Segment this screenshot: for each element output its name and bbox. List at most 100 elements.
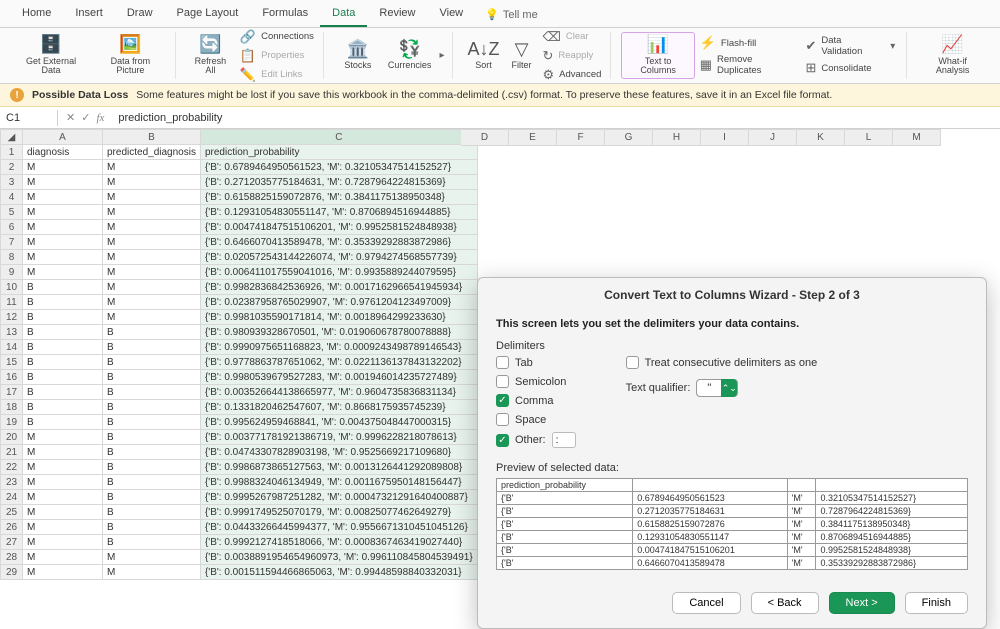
select-all-corner[interactable]: ◢ [1, 130, 23, 145]
row-header[interactable]: 1 [1, 145, 23, 160]
row-header[interactable]: 11 [1, 295, 23, 310]
column-header-M[interactable]: M [893, 129, 941, 146]
cell[interactable]: B [103, 445, 201, 460]
other-checkbox[interactable]: ✓Other: [496, 432, 576, 448]
cell[interactable]: {'B': 0.9990975651168823, 'M': 0.0009243… [200, 340, 477, 355]
other-delimiter-input[interactable] [552, 432, 576, 448]
cell[interactable]: M [23, 505, 103, 520]
cell[interactable]: M [103, 220, 201, 235]
stocks-button[interactable]: 🏛️Stocks [334, 38, 382, 74]
row-header[interactable]: 8 [1, 250, 23, 265]
row-header[interactable]: 3 [1, 175, 23, 190]
row-header[interactable]: 27 [1, 535, 23, 550]
column-header-G[interactable]: G [605, 129, 653, 146]
column-header-E[interactable]: E [509, 129, 557, 146]
cell[interactable]: M [23, 520, 103, 535]
datatypes-more-icon[interactable]: ▸ [437, 50, 446, 61]
column-header-D[interactable]: D [461, 129, 509, 146]
cell[interactable]: {'B': 0.9778863787651062, 'M': 0.0221136… [200, 355, 477, 370]
cell[interactable]: {'B': 0.9982836842536926, 'M': 0.0017162… [200, 280, 477, 295]
column-header-K[interactable]: K [797, 129, 845, 146]
tab-checkbox[interactable]: Tab [496, 356, 576, 369]
row-header[interactable]: 19 [1, 415, 23, 430]
space-checkbox[interactable]: Space [496, 413, 576, 426]
cell[interactable]: B [23, 400, 103, 415]
next-button[interactable]: Next > [829, 592, 895, 614]
cell[interactable]: B [23, 370, 103, 385]
tab-draw[interactable]: Draw [115, 2, 165, 27]
cell[interactable]: M [103, 205, 201, 220]
cell[interactable]: B [103, 340, 201, 355]
cell[interactable]: M [23, 235, 103, 250]
cell[interactable]: M [103, 250, 201, 265]
cell[interactable]: {'B': 0.6789464950561523, 'M': 0.3210534… [200, 160, 477, 175]
remove-duplicates-button[interactable]: ▦Remove Duplicates [697, 53, 801, 77]
cell[interactable]: B [103, 475, 201, 490]
get-external-data-button[interactable]: 🗄️Get External Data [12, 33, 90, 79]
row-header[interactable]: 13 [1, 325, 23, 340]
comma-checkbox[interactable]: ✓Comma [496, 394, 576, 407]
cell[interactable]: B [23, 325, 103, 340]
cell[interactable]: M [23, 460, 103, 475]
row-header[interactable]: 10 [1, 280, 23, 295]
row-header[interactable]: 18 [1, 400, 23, 415]
cell[interactable]: M [23, 490, 103, 505]
cell[interactable]: M [103, 280, 201, 295]
row-header[interactable]: 15 [1, 355, 23, 370]
cell[interactable]: {'B': 0.04743307828903198, 'M': 0.952566… [200, 445, 477, 460]
cell[interactable]: {'B': 0.04433266445994377, 'M': 0.955667… [200, 520, 477, 535]
cell[interactable]: diagnosis [23, 145, 103, 160]
cell[interactable]: B [103, 460, 201, 475]
row-header[interactable]: 26 [1, 520, 23, 535]
finish-button[interactable]: Finish [905, 592, 968, 614]
cell[interactable]: M [23, 205, 103, 220]
column-header-F[interactable]: F [557, 129, 605, 146]
column-header-C[interactable]: C [200, 130, 477, 145]
cell[interactable]: B [103, 490, 201, 505]
cell[interactable]: M [23, 265, 103, 280]
cell[interactable]: B [103, 520, 201, 535]
cell[interactable]: B [103, 535, 201, 550]
fx-icon[interactable]: fx [96, 112, 104, 124]
cell[interactable]: B [103, 505, 201, 520]
cell[interactable]: M [23, 190, 103, 205]
cell[interactable]: M [23, 445, 103, 460]
tab-view[interactable]: View [427, 2, 475, 27]
cell[interactable]: {'B': 0.9995267987251282, 'M': 0.0004732… [200, 490, 477, 505]
filter-button[interactable]: ▽Filter [505, 38, 537, 74]
tell-me[interactable]: 💡 Tell me [485, 2, 538, 27]
row-header[interactable]: 22 [1, 460, 23, 475]
row-header[interactable]: 9 [1, 265, 23, 280]
row-header[interactable]: 21 [1, 445, 23, 460]
cell[interactable]: prediction_probability [200, 145, 477, 160]
cell[interactable]: {'B': 0.6158825159072876, 'M': 0.3841175… [200, 190, 477, 205]
cell[interactable]: M [23, 175, 103, 190]
column-header-A[interactable]: A [23, 130, 103, 145]
cell[interactable]: M [103, 310, 201, 325]
row-header[interactable]: 17 [1, 385, 23, 400]
row-header[interactable]: 20 [1, 430, 23, 445]
cell[interactable]: B [103, 355, 201, 370]
tab-insert[interactable]: Insert [63, 2, 115, 27]
text-to-columns-button[interactable]: 📊Text to Columns [621, 32, 694, 80]
what-if-button[interactable]: 📈What-if Analysis [917, 33, 988, 79]
cell[interactable]: M [103, 160, 201, 175]
cell[interactable]: M [103, 550, 201, 565]
connections-button[interactable]: 🔗Connections [237, 28, 317, 46]
currencies-button[interactable]: 💱Currencies [384, 38, 436, 74]
accept-formula-icon[interactable]: ✓ [81, 111, 90, 124]
cell[interactable]: M [23, 430, 103, 445]
cell[interactable]: predicted_diagnosis [103, 145, 201, 160]
cell[interactable]: {'B': 0.9991749525070179, 'M': 0.0082507… [200, 505, 477, 520]
consolidate-button[interactable]: ⊞Consolidate [802, 59, 900, 77]
cell[interactable]: {'B': 0.9980539679527283, 'M': 0.0019460… [200, 370, 477, 385]
cell[interactable]: M [23, 220, 103, 235]
column-header-H[interactable]: H [653, 129, 701, 146]
row-header[interactable]: 12 [1, 310, 23, 325]
column-header-J[interactable]: J [749, 129, 797, 146]
tab-home[interactable]: Home [10, 2, 63, 27]
data-validation-button[interactable]: ✔Data Validation▾ [802, 34, 900, 58]
cell[interactable]: B [23, 385, 103, 400]
data-from-picture-button[interactable]: 🖼️Data from Picture [92, 33, 169, 79]
cell[interactable]: M [23, 565, 103, 580]
